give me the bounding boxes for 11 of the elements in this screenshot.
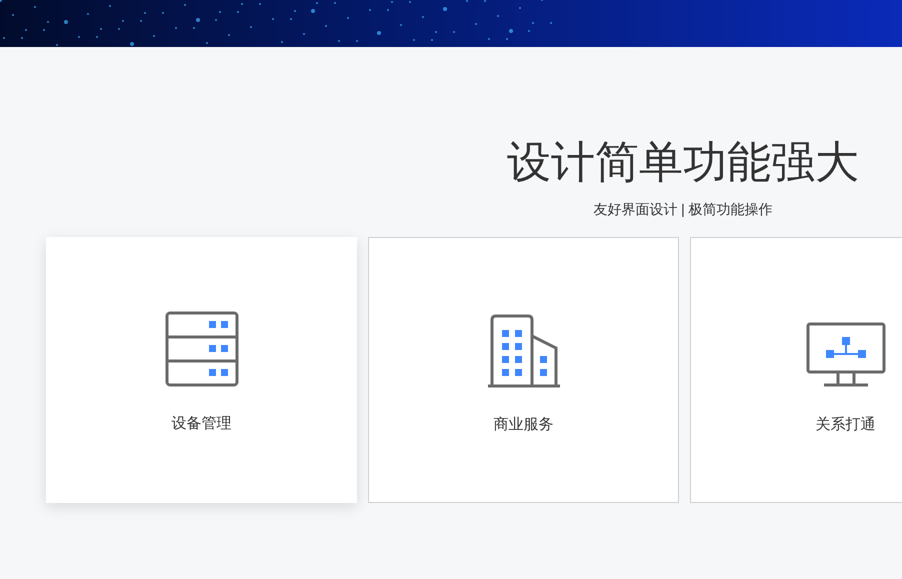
hero-subtitle: 友好界面设计 | 极简功能操作 [593,200,773,218]
server-icon [164,311,238,387]
monitor-icon [806,322,886,388]
feature-card[interactable]: 设备管理 [46,237,357,503]
feature-card[interactable]: 商业服务 [368,237,679,503]
feature-card[interactable]: 关系打通 [690,237,902,503]
building-icon [488,314,560,388]
card-label: 商业服务 [494,415,554,435]
hero-title: 设计简单功能强大 [507,137,859,189]
card-label: 关系打通 [816,415,876,435]
card-label: 设备管理 [172,414,232,434]
